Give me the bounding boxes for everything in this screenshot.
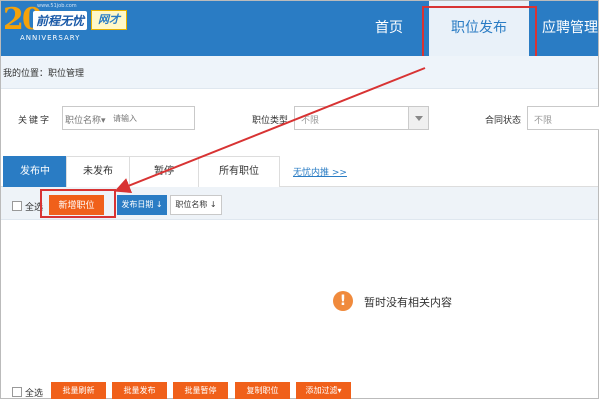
- logo-url: www.51job.com: [37, 3, 77, 9]
- job-type-select[interactable]: 不限: [294, 106, 429, 130]
- nav-applicant-management[interactable]: 应聘管理: [535, 1, 599, 56]
- select-all-checkbox[interactable]: [12, 201, 22, 211]
- logo-brand: 前程无忧: [33, 11, 88, 30]
- tab-all-jobs[interactable]: 所有职位: [198, 156, 280, 187]
- highlight-box-new-job: [40, 189, 116, 218]
- job-type-label: 职位类型: [252, 116, 289, 126]
- sort-by-date-button[interactable]: 发布日期 ↓: [117, 195, 167, 215]
- empty-message: 暂时没有相关内容: [364, 296, 452, 309]
- warning-icon: !: [333, 291, 353, 311]
- select-all-checkbox-bottom[interactable]: [12, 387, 22, 397]
- sort-by-name-button[interactable]: 职位名称 ↓: [170, 195, 222, 215]
- breadcrumb: 我的位置：职位管理: [1, 56, 598, 89]
- job-type-value: 不限: [301, 116, 320, 126]
- nav-home[interactable]: 首页: [363, 1, 415, 56]
- contract-status-label: 合同状态: [485, 116, 522, 126]
- contract-status-value: 不限: [534, 116, 553, 126]
- batch-pause-button[interactable]: 批量暂停: [173, 382, 228, 399]
- logo-tag: 网才: [91, 10, 127, 30]
- batch-refresh-button[interactable]: 批量刷新: [51, 382, 106, 399]
- tab-unpublished[interactable]: 未发布: [66, 156, 130, 187]
- batch-publish-button[interactable]: 批量发布: [112, 382, 167, 399]
- select-all-label-bottom: 全选: [25, 389, 44, 399]
- copy-job-button[interactable]: 复制职位: [235, 382, 290, 399]
- logo-anniversary: ANNIVERSARY: [20, 34, 81, 42]
- tab-paused[interactable]: 暂停: [129, 156, 199, 187]
- keyword-field: 职位名称▾: [62, 106, 195, 130]
- add-filter-button[interactable]: 添加过滤▾: [296, 382, 351, 399]
- internal-referral-link[interactable]: 无忧内推 >>: [293, 165, 347, 178]
- contract-status-select[interactable]: 不限: [527, 106, 599, 130]
- tab-publishing[interactable]: 发布中: [3, 156, 67, 187]
- site-logo[interactable]: 20 www.51job.com 前程无忧 网才 ANNIVERSARY: [3, 3, 131, 45]
- breadcrumb-text: 我的位置：职位管理: [3, 69, 85, 79]
- keyword-label: 关键字: [18, 116, 52, 126]
- keyword-type-dropdown[interactable]: 职位名称▾: [65, 113, 106, 126]
- keyword-input[interactable]: [113, 111, 191, 125]
- chevron-down-icon[interactable]: [408, 107, 428, 129]
